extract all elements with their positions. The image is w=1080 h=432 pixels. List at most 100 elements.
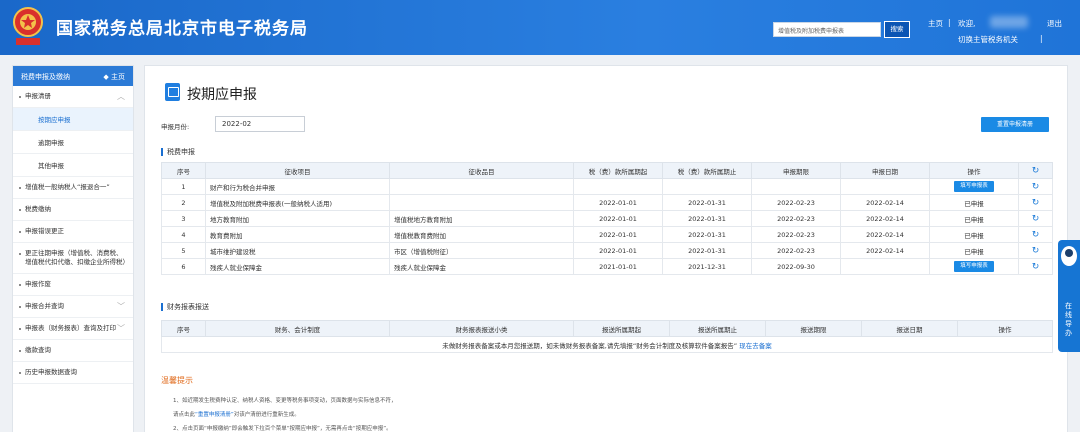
top-home-link[interactable]: 主页 bbox=[928, 18, 943, 29]
bullet-icon bbox=[19, 96, 21, 98]
cell-end: 2022-01-31 bbox=[662, 210, 752, 227]
cell-op: 已申报 bbox=[929, 210, 1019, 227]
cell-start bbox=[573, 178, 663, 195]
logout-link[interactable]: 退出 bbox=[1047, 18, 1062, 29]
col-start: 税（费）款所属期起 bbox=[573, 162, 663, 179]
file-now-link[interactable]: 现在去备案 bbox=[739, 342, 772, 350]
col-sub-item: 征收品目 bbox=[389, 162, 574, 179]
fill-declaration-button[interactable]: 填写申报表 bbox=[954, 181, 994, 192]
top-bar-separator: | bbox=[1040, 34, 1043, 43]
cell-sub-item bbox=[389, 194, 574, 211]
top-header: 国家税务总局北京市电子税务局 增值税及附加税费申报表 搜索 主页 | 欢迎, 切… bbox=[0, 0, 1080, 55]
sidebar-header: 税费申报及缴纳 ◆ 主页 bbox=[13, 66, 133, 86]
sidebar-item-report-query[interactable]: 申报表（财务报表）查询及打印 ﹀ bbox=[13, 318, 133, 340]
sidebar-item-label: 申报合并查询 bbox=[25, 302, 64, 310]
cell-deadline: 2022-02-23 bbox=[751, 194, 841, 211]
sidebar-item-void-declaration[interactable]: 申报作废 bbox=[13, 274, 133, 296]
chevron-down-icon[interactable]: ﹀ bbox=[117, 302, 125, 311]
period-input[interactable]: 2022-02 bbox=[215, 116, 305, 132]
cell-end: 2021-12-31 bbox=[662, 258, 752, 275]
fin-table-header: 序号 财务、会计制度 财务报表报送小类 报送所属期起 报送所属期止 报送期限 报… bbox=[161, 320, 1053, 337]
cell-start: 2022-01-01 bbox=[573, 210, 663, 227]
search-input[interactable]: 增值税及附加税费申报表 bbox=[773, 22, 881, 37]
cell-no: 3 bbox=[161, 210, 206, 227]
reset-list-button[interactable]: 重置申报清册 bbox=[981, 117, 1049, 132]
refresh-icon[interactable]: ↻ bbox=[1032, 262, 1040, 272]
sidebar-item-periodic-declaration[interactable]: 按期应申报 bbox=[13, 108, 133, 131]
refresh-icon[interactable]: ↻ bbox=[1032, 230, 1040, 240]
sidebar-item-error-correction[interactable]: 申报错误更正 bbox=[13, 221, 133, 243]
bullet-icon bbox=[19, 350, 21, 352]
notice-text: 对该户清册进行重新生成。 bbox=[233, 412, 300, 418]
refresh-icon[interactable]: ↻ bbox=[1032, 246, 1040, 256]
cell-end: 2022-01-31 bbox=[662, 194, 752, 211]
notice-line-1: 1、如近期发生税费种认定、纳税人资格、变更等税务事项变动，页面数据与实际信息不符… bbox=[173, 398, 397, 404]
online-guide-widget[interactable]: 在线导办 bbox=[1058, 240, 1080, 352]
switch-org-link[interactable]: 切换主管税务机关 bbox=[958, 34, 1018, 45]
top-separator: | bbox=[948, 18, 951, 27]
bullet-icon bbox=[19, 328, 21, 330]
cell-item: 教育费附加 bbox=[205, 226, 390, 243]
sidebar-item-vat-combined[interactable]: 增值税一般纳税人“报退合一” bbox=[13, 177, 133, 199]
cell-item: 增值税及附加税费申报表(一般纳税人适用) bbox=[205, 194, 390, 211]
sidebar-item-overdue-declaration[interactable]: 逾期申报 bbox=[13, 131, 133, 154]
col-date: 申报日期 bbox=[840, 162, 930, 179]
search-button[interactable]: 搜索 bbox=[884, 21, 910, 38]
site-title: 国家税务总局北京市电子税务局 bbox=[56, 19, 308, 39]
sidebar-item-other-declaration[interactable]: 其他申报 bbox=[13, 154, 133, 177]
cell-no: 2 bbox=[161, 194, 206, 211]
cell-refresh[interactable]: ↻ bbox=[1018, 178, 1053, 195]
refresh-icon[interactable]: ↻ bbox=[1032, 166, 1040, 176]
sidebar-item-tax-payment[interactable]: 税费缴纳 bbox=[13, 199, 133, 221]
bullet-icon bbox=[19, 231, 21, 233]
cell-date: 2022-02-14 bbox=[840, 210, 930, 227]
refresh-all-icon[interactable]: ↻ bbox=[1018, 162, 1053, 179]
tax-table-row: 2 增值税及附加税费申报表(一般纳税人适用) 2022-01-01 2022-01-3… bbox=[161, 194, 1053, 211]
sidebar-item-payment-query[interactable]: 缴款查询 bbox=[13, 340, 133, 362]
col-deadline: 申报期限 bbox=[751, 162, 841, 179]
fill-declaration-button[interactable]: 填写申报表 bbox=[954, 261, 994, 272]
cell-no: 1 bbox=[161, 178, 206, 195]
cell-start: 2022-01-01 bbox=[573, 242, 663, 259]
refresh-icon[interactable]: ↻ bbox=[1032, 214, 1040, 224]
cell-op: 已申报 bbox=[929, 242, 1019, 259]
refresh-icon[interactable]: ↻ bbox=[1032, 182, 1040, 192]
chevron-up-icon[interactable]: ︿ bbox=[117, 92, 125, 101]
declared-status: 已申报 bbox=[964, 247, 984, 256]
period-label: 申报月份: bbox=[161, 123, 190, 131]
chevron-down-icon[interactable]: ﹀ bbox=[117, 324, 125, 333]
fin-empty-row: 未做财务报表备案或本月您报送期，如未做财务报表备案,请先填报“财务会计制度及核算… bbox=[161, 336, 1053, 353]
tax-table-row: 5 城市维护建设税 市区（增值税附征） 2022-01-01 2022-01-31 202… bbox=[161, 242, 1053, 259]
notice-line-2: 请点击此“重置申报清册”对该户清册进行重新生成。 bbox=[173, 410, 300, 418]
sidebar-item-past-correction[interactable]: 更正往期申报（增值税、消费税、增值税代扣代缴、扣缴企业所得税） bbox=[13, 243, 133, 274]
fin-col-op: 操作 bbox=[957, 320, 1053, 337]
bullet-icon bbox=[19, 284, 21, 286]
sidebar-item-history-query[interactable]: 历史申报数据查询 bbox=[13, 362, 133, 384]
cell-refresh[interactable]: ↻ bbox=[1018, 210, 1053, 227]
blurred-username bbox=[990, 16, 1028, 28]
welcome-text: 欢迎, bbox=[958, 19, 976, 28]
main-panel: 按期应申报 申报月份: 2022-02 重置申报清册 税费申报 序号 征收项目 … bbox=[144, 65, 1068, 432]
cell-no: 4 bbox=[161, 226, 206, 243]
fin-empty-cell: 未做财务报表备案或本月您报送期，如未做财务报表备案,请先填报“财务会计制度及核算… bbox=[161, 336, 1053, 353]
bullet-icon bbox=[19, 306, 21, 308]
sidebar-item-declaration-list[interactable]: 申报清册 ︿ bbox=[13, 86, 133, 108]
sidebar-home-link[interactable]: ◆ 主页 bbox=[103, 72, 125, 82]
sidebar-item-merged-query[interactable]: 申报合并查询 ﹀ bbox=[13, 296, 133, 318]
sidebar-item-label: 历史申报数据查询 bbox=[25, 368, 77, 376]
cell-refresh[interactable]: ↻ bbox=[1018, 194, 1053, 211]
cell-refresh[interactable]: ↻ bbox=[1018, 258, 1053, 275]
sidebar-item-label: 申报错误更正 bbox=[25, 227, 64, 235]
refresh-icon[interactable]: ↻ bbox=[1032, 198, 1040, 208]
cell-no: 6 bbox=[161, 258, 206, 275]
sidebar-item-label: 申报作废 bbox=[25, 280, 51, 288]
col-end: 税（费）款所属期止 bbox=[662, 162, 752, 179]
bullet-icon bbox=[19, 187, 21, 189]
calendar-icon bbox=[165, 83, 180, 101]
cell-refresh[interactable]: ↻ bbox=[1018, 226, 1053, 243]
fin-empty-message: 未做财务报表备案或本月您报送期，如未做财务报表备案,请先填报“财务会计制度及核算… bbox=[442, 341, 738, 350]
cell-refresh[interactable]: ↻ bbox=[1018, 242, 1053, 259]
sidebar-item-label: 更正往期申报（增值税、消费税、增值税代扣代缴、扣缴企业所得税） bbox=[25, 249, 129, 266]
notice-reset-link[interactable]: “重置申报清册” bbox=[195, 412, 234, 418]
cell-deadline: 2022-09-30 bbox=[751, 258, 841, 275]
